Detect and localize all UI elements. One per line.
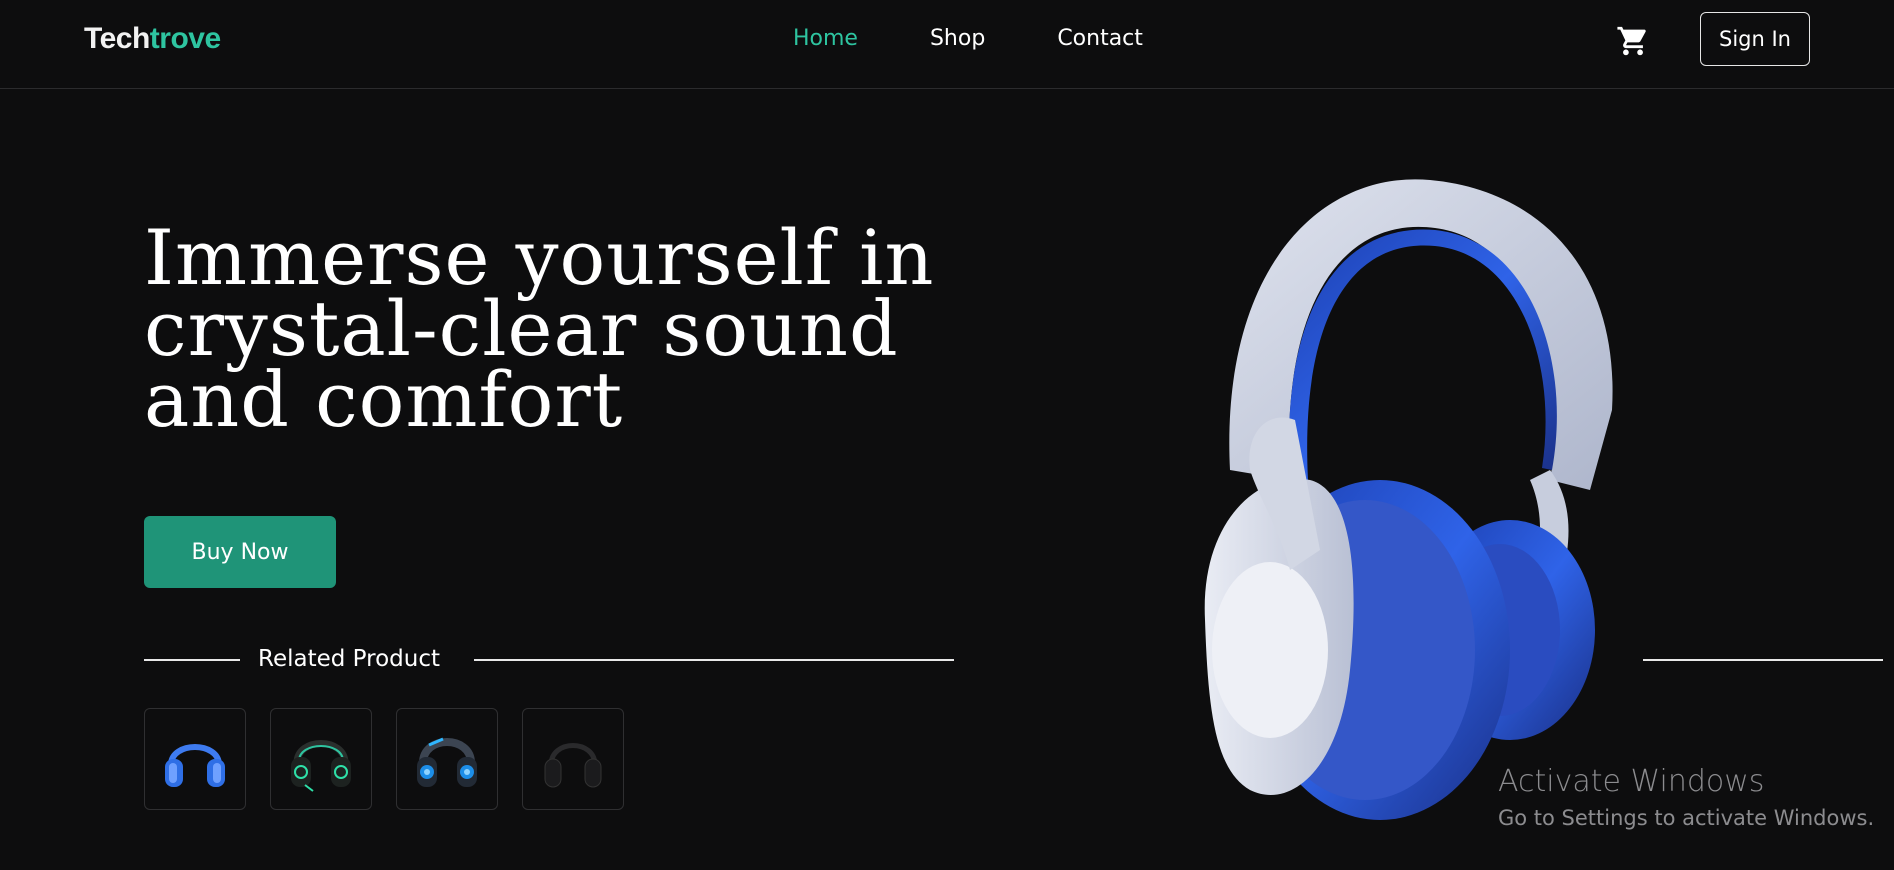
green-gaming-headset-icon (291, 740, 351, 792)
site-header: Techtrove Home Shop Contact Sign In (0, 0, 1894, 89)
hero-product-image (1150, 150, 1670, 830)
sign-in-button[interactable]: Sign In (1700, 12, 1810, 66)
related-divider-right (474, 659, 954, 661)
nav-shop[interactable]: Shop (930, 26, 985, 51)
related-product-2[interactable] (270, 708, 372, 810)
main-nav: Home Shop Contact (793, 26, 1215, 51)
buy-now-button[interactable]: Buy Now (144, 516, 336, 588)
related-product-label: Related Product (258, 646, 440, 672)
logo-part-1: Tech (84, 22, 150, 55)
related-product-3[interactable] (396, 708, 498, 810)
activate-windows-title: Activate Windows (1498, 764, 1765, 799)
related-product-4[interactable] (522, 708, 624, 810)
nav-home[interactable]: Home (793, 26, 858, 51)
headline-line-1: Immerse yourself in (144, 213, 935, 302)
headline-line-2: crystal-clear sound (144, 284, 899, 373)
related-product-1[interactable] (144, 708, 246, 810)
hero-headline: Immerse yourself in crystal-clear sound … (144, 213, 1004, 444)
headline-line-3: and comfort (144, 355, 624, 444)
activate-windows-subtitle: Go to Settings to activate Windows. (1498, 806, 1875, 830)
related-divider-left (144, 659, 240, 661)
logo-part-2: trove (149, 22, 221, 55)
nav-contact[interactable]: Contact (1057, 26, 1143, 51)
logo[interactable]: Techtrove (84, 22, 221, 56)
white-blue-headphones-image (1204, 179, 1613, 820)
blue-gaming-headset-icon (417, 737, 477, 787)
black-headphones-icon (544, 743, 602, 788)
related-divider-far-right (1643, 659, 1883, 661)
cart-icon[interactable] (1616, 24, 1650, 58)
blue-headphones-icon (165, 744, 225, 787)
page: Techtrove Home Shop Contact Sign In Imme… (0, 0, 1894, 870)
